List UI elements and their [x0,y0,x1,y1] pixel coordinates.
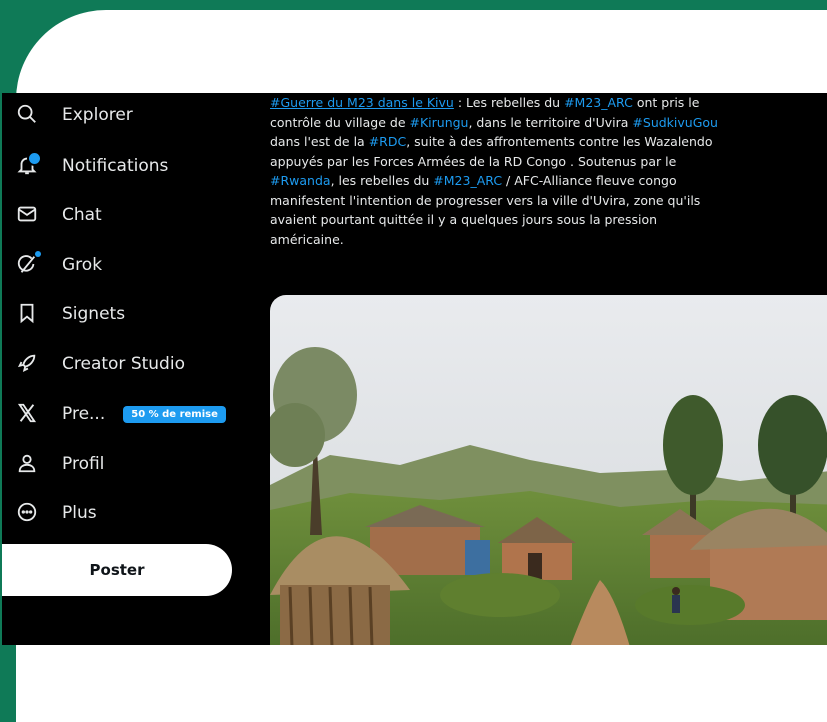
tweet-text-segment: américaine. [270,231,344,247]
hashtag-link[interactable]: #M23_ARC [564,95,633,110]
mail-icon [16,203,40,227]
sidebar-item-chat[interactable]: Chat [16,195,261,235]
tweet-text-segment: contrôle du village de [270,114,410,130]
sidebar-item-label: Creator Studio [62,354,185,374]
tweet-text-segment: manifestent l'intention de progresser ve… [270,192,701,208]
search-icon [16,103,40,127]
tweet-text-segment: , dans le territoire d'Uvira [468,114,633,130]
hashtag-link[interactable]: #Guerre du M23 dans le Kivu [270,95,454,110]
tweet-photo[interactable] [270,295,827,645]
x-logo-icon [16,402,40,426]
sidebar-item-label: Chat [62,205,102,225]
tweet-text-segment: : Les rebelles du [453,95,565,110]
sidebar-item-premium[interactable]: Pre... 50 % de remise [16,394,261,434]
tweet-text-segment: ont pris le [632,95,700,110]
grok-icon [16,251,41,277]
sidebar-item-label: Grok [62,255,103,275]
notification-dot [27,151,42,166]
person-icon [16,452,40,476]
tweet-text-segment: avaient pourtant quittée il y a quelques… [270,212,658,227]
sidebar-item-profil[interactable]: Profil [16,444,261,484]
sidebar-item-explorer[interactable]: Explorer [16,95,261,135]
hashtag-link[interactable]: #Kirungu [410,115,469,130]
sidebar: Explorer Notifications Chat Grok Signets… [2,93,264,645]
hashtag-link[interactable]: #Rwanda [270,173,331,188]
tweet-text-segment: dans l'est de la [270,134,369,149]
tweet-text-segment: appuyés par les Forces Armées de la RD C… [270,153,677,169]
sidebar-item-creator-studio[interactable]: Creator Studio [16,344,261,384]
discount-badge[interactable]: 50 % de remise [123,405,226,423]
hashtag-link[interactable]: #RDC [369,134,407,149]
bookmark-icon [16,302,40,326]
sidebar-item-signets[interactable]: Signets [16,294,261,334]
sidebar-item-label: Signets [62,304,126,324]
rocket-icon [16,352,40,376]
grok-dot [35,251,41,257]
tweet-text: #Guerre du M23 dans le Kivu : Les rebell… [270,93,827,249]
sidebar-item-notifications[interactable]: Notifications [16,146,261,186]
sidebar-item-label: Notifications [62,156,169,176]
screenshot-panel: Explorer Notifications Chat Grok Signets… [2,93,827,645]
tweet-text-segment: / AFC-Alliance fleuve congo [502,173,677,188]
tweet-text-segment: , les rebelles du [330,173,434,188]
sidebar-item-grok[interactable]: Grok [16,245,261,285]
sidebar-item-label: Profil [62,454,105,474]
more-circle-icon [16,501,40,525]
sidebar-item-plus[interactable]: Plus [16,493,261,533]
sidebar-item-label: Plus [62,503,97,523]
hashtag-link[interactable]: #M23_ARC [433,173,502,188]
tweet-text-segment: , suite à des affrontements contre les W… [406,134,713,149]
sidebar-item-label: Pre... [62,404,106,424]
sidebar-item-label: Explorer [62,105,133,125]
village-photo-illustration [270,295,827,645]
bell-icon [16,151,42,178]
hashtag-link[interactable]: #SudkivuGou [632,115,718,130]
post-button[interactable]: Poster [2,544,232,596]
